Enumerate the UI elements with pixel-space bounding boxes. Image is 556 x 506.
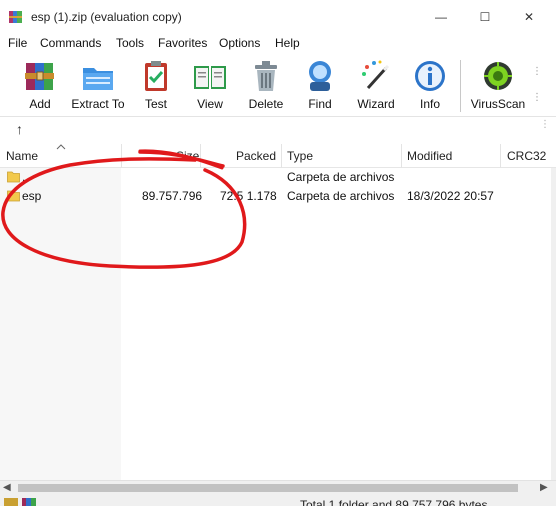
info-label: Info xyxy=(419,97,440,111)
row-packed: 72.5 1.178 xyxy=(220,189,277,203)
add-label: Add xyxy=(29,97,51,111)
column-size[interactable]: Size xyxy=(176,149,199,163)
column-divider[interactable] xyxy=(281,144,282,168)
magic-wand-icon xyxy=(362,60,390,90)
grip-icon: ⋮ xyxy=(532,92,542,103)
test-label: Test xyxy=(144,97,167,111)
archive-icon xyxy=(22,498,36,506)
winrar-app-icon[interactable] xyxy=(8,9,24,25)
up-arrow-icon[interactable]: ↑ xyxy=(16,121,23,137)
magnifier-binoculars-icon xyxy=(309,61,331,91)
column-name[interactable]: Name xyxy=(6,149,38,163)
delete-label: Delete xyxy=(248,97,284,111)
column-divider[interactable] xyxy=(401,144,402,168)
folder-icon xyxy=(7,171,20,183)
row-name: esp xyxy=(22,189,42,203)
delete-button[interactable]: Delete xyxy=(246,58,286,114)
virusscan-label: VirusScan xyxy=(470,97,526,111)
sort-ascending-icon xyxy=(56,144,66,150)
trash-can-icon xyxy=(255,61,277,91)
virus-bug-icon xyxy=(484,62,512,90)
scroll-thumb[interactable] xyxy=(18,484,518,492)
title-bar: esp (1).zip (evaluation copy) — ☐ ✕ xyxy=(0,0,556,34)
menu-options[interactable]: Options xyxy=(219,36,260,50)
list-row-esp[interactable]: esp 89.757.796 72.5 1.178 Carpeta de arc… xyxy=(0,187,556,206)
grip-icon: ⋮ xyxy=(540,119,550,130)
row-type: Carpeta de archivos xyxy=(287,189,395,203)
info-button[interactable]: Info xyxy=(412,58,448,114)
close-button[interactable]: ✕ xyxy=(506,0,552,34)
menu-help[interactable]: Help xyxy=(275,36,300,50)
find-button[interactable]: Find xyxy=(300,58,340,114)
key-icon xyxy=(4,498,18,506)
menu-bar: File Commands Tools Favorites Options He… xyxy=(0,34,556,54)
window-title: esp (1).zip (evaluation copy) xyxy=(31,10,182,24)
file-list[interactable]: .. Carpeta de archivos esp 89.757.796 72… xyxy=(0,168,556,480)
column-divider[interactable] xyxy=(500,144,501,168)
virusscan-button[interactable]: VirusScan xyxy=(470,58,526,114)
row-size: 89.757.796 xyxy=(142,189,203,203)
status-bar: Total 1 folder and 89.757.796 bytes xyxy=(0,495,556,506)
path-bar: ↑ ⋮ xyxy=(0,116,556,144)
view-label: View xyxy=(197,97,223,111)
name-column-shade xyxy=(0,168,121,480)
extract-to-label: Extract To xyxy=(71,97,125,111)
row-modified: 18/3/2022 20:57 xyxy=(407,189,494,203)
column-type[interactable]: Type xyxy=(287,149,313,163)
column-divider[interactable] xyxy=(121,144,122,168)
column-packed[interactable]: Packed xyxy=(236,149,276,163)
scroll-left-icon[interactable]: ◀ xyxy=(3,482,11,493)
wizard-button[interactable]: Wizard xyxy=(354,58,398,114)
minimize-icon: — xyxy=(435,10,447,24)
column-modified[interactable]: Modified xyxy=(407,149,452,163)
row-type: Carpeta de archivos xyxy=(287,170,395,184)
status-summary: Total 1 folder and 89.757.796 bytes xyxy=(300,498,488,506)
menu-commands[interactable]: Commands xyxy=(40,36,101,50)
add-button[interactable]: Add xyxy=(18,58,62,114)
find-label: Find xyxy=(308,97,332,111)
view-button[interactable]: View xyxy=(188,58,232,114)
info-icon xyxy=(415,61,445,91)
open-book-icon xyxy=(194,66,226,89)
test-button[interactable]: Test xyxy=(136,58,176,114)
row-name: .. xyxy=(22,170,29,184)
archive-books-icon xyxy=(25,63,54,90)
wizard-label: Wizard xyxy=(357,97,395,111)
column-divider[interactable] xyxy=(200,144,201,168)
menu-tools[interactable]: Tools xyxy=(116,36,144,50)
menu-file[interactable]: File xyxy=(8,36,27,50)
grip-icon: ⋮ xyxy=(532,66,542,77)
maximize-button[interactable]: ☐ xyxy=(462,0,508,34)
file-list-header: Name Size Packed Type Modified CRC32 xyxy=(0,144,556,168)
folder-extract-icon xyxy=(83,68,113,90)
toolbar: Add Extract To Test View Delete Find Wiz… xyxy=(0,54,556,116)
toolbar-overflow[interactable]: ⋮ ⋮ xyxy=(530,64,542,104)
minimize-button[interactable]: — xyxy=(418,0,464,34)
maximize-icon: ☐ xyxy=(479,10,491,24)
horizontal-scrollbar[interactable]: ◀ ▶ xyxy=(0,480,556,495)
vertical-scrollbar[interactable] xyxy=(551,168,556,480)
extract-to-button[interactable]: Extract To xyxy=(70,58,126,114)
list-row-parent[interactable]: .. Carpeta de archivos xyxy=(0,168,556,187)
clipboard-check-icon xyxy=(145,61,167,91)
close-icon: ✕ xyxy=(523,10,535,24)
column-crc32[interactable]: CRC32 xyxy=(507,149,546,163)
scroll-right-icon[interactable]: ▶ xyxy=(540,482,548,493)
folder-icon xyxy=(7,190,20,202)
toolbar-separator xyxy=(460,60,461,112)
menu-favorites[interactable]: Favorites xyxy=(158,36,207,50)
